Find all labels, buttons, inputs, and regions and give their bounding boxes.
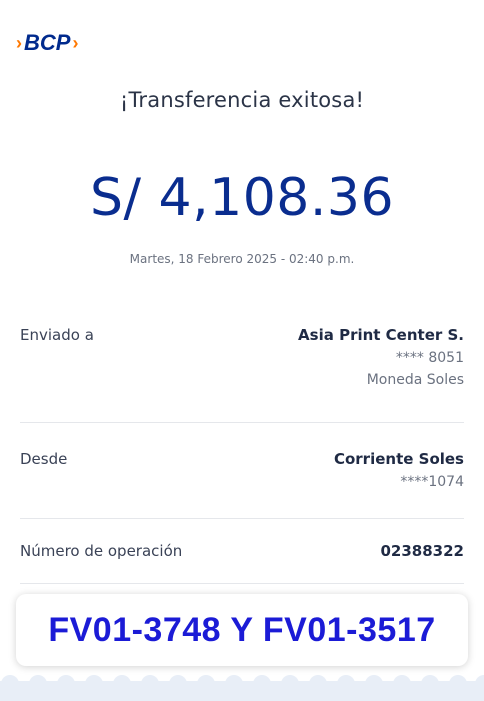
divider <box>20 518 464 519</box>
success-headline: ¡Transferencia exitosa! <box>119 88 365 112</box>
sent-to-section: Enviado a Asia Print Center S. **** 8051… <box>20 322 464 412</box>
from-section: Desde Corriente Soles ****1074 <box>20 446 464 506</box>
bottom-band <box>0 681 484 701</box>
recipient-account: **** 8051 <box>395 350 464 366</box>
bcp-logo: › BCP › <box>16 30 78 56</box>
from-label: Desde <box>20 450 68 468</box>
invoice-banner-text: FV01-3748 Y FV01-3517 <box>48 610 436 649</box>
invoice-banner: FV01-3748 Y FV01-3517 <box>16 594 468 666</box>
chevron-right-icon: › <box>16 32 22 53</box>
logo-text: BCP <box>24 30 71 55</box>
source-account-name: Corriente Soles <box>333 450 464 468</box>
recipient-name: Asia Print Center S. <box>298 326 464 344</box>
chevron-right-icon: › <box>72 32 79 53</box>
divider <box>20 583 464 584</box>
source-account-number: ****1074 <box>400 474 464 490</box>
sent-to-label: Enviado a <box>20 326 94 344</box>
transfer-amount: S/ 4,108.36 <box>89 168 395 228</box>
transfer-datetime: Martes, 18 Febrero 2025 - 02:40 p.m. <box>129 252 355 266</box>
recipient-currency: Moneda Soles <box>366 372 464 388</box>
divider <box>20 422 464 423</box>
operation-label: Número de operación <box>20 542 183 560</box>
operation-section: Número de operación 02388322 <box>20 540 464 570</box>
operation-number: 02388322 <box>380 542 465 560</box>
